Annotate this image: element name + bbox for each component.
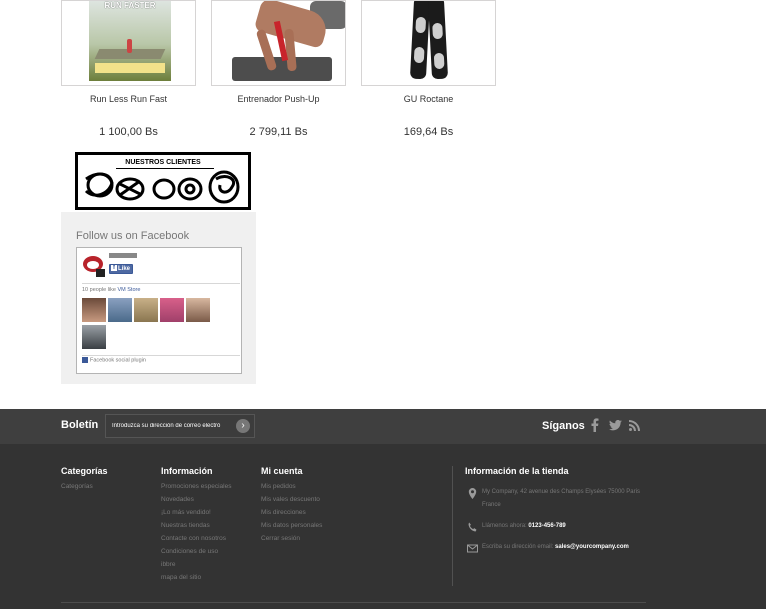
- newsletter-email-input[interactable]: [106, 415, 254, 437]
- facebook-page-link[interactable]: VM Store: [117, 287, 140, 293]
- footer-link[interactable]: mapa del sitio: [161, 573, 231, 586]
- store-address: My Company, 42 avenue des Champs Elysées…: [465, 486, 652, 512]
- newsletter-form: ›: [105, 414, 255, 438]
- facebook-like-box[interactable]: f Like 10 people like VM Store Facebook s…: [76, 247, 242, 374]
- push-up-photo: [212, 1, 345, 85]
- phone-icon: [468, 522, 477, 532]
- footer-link[interactable]: ibbre: [161, 560, 231, 573]
- facebook-page-name[interactable]: [109, 253, 137, 258]
- runner-graphic: [127, 39, 132, 53]
- clients-title: NUESTROS CLIENTES: [125, 159, 201, 166]
- footer-link[interactable]: Mis pedidos: [261, 482, 322, 495]
- store-email-link[interactable]: sales@yourcompany.com: [555, 544, 629, 550]
- footer-store-heading: Información de la tienda: [465, 466, 569, 476]
- footer-categories: Categorías Categorías: [61, 466, 108, 495]
- product-image[interactable]: RUN FASTER: [61, 0, 196, 86]
- product-price: 2 799,11 Bs: [249, 126, 308, 138]
- product-name[interactable]: GU Roctane: [361, 94, 496, 106]
- product-name[interactable]: Run Less Run Fast: [61, 94, 196, 106]
- footer-link[interactable]: Mis vales descuento: [261, 495, 322, 508]
- store-email: Escriba su dirección email: sales@yourco…: [465, 541, 652, 554]
- footer-link[interactable]: Cerrar sesión: [261, 534, 322, 547]
- footer-link[interactable]: Condiciones de uso: [161, 547, 231, 560]
- product-card[interactable]: RUN FASTER Run Less Run Fast 1 100,00 Bs: [61, 0, 196, 138]
- newsletter-submit-button[interactable]: ›: [236, 419, 250, 433]
- footer-information: Información Promociones especiales Noved…: [161, 466, 231, 586]
- facebook-block: Follow us on Facebook f Like 10 people li…: [61, 212, 256, 384]
- footer-link[interactable]: Novedades: [161, 495, 231, 508]
- product-card[interactable]: Entrenador Push-Up 2 799,11 Bs: [211, 0, 346, 138]
- footer-link[interactable]: Promociones especiales: [161, 482, 231, 495]
- footer-link[interactable]: Mis direcciones: [261, 508, 322, 521]
- tights-photo: [362, 1, 495, 85]
- page-root: { "products": [ {"name": "Run Less Run F…: [0, 0, 766, 609]
- envelope-icon: [467, 544, 478, 553]
- product-price: 169,64 Bs: [403, 126, 454, 138]
- footer-account-heading[interactable]: Mi cuenta: [261, 466, 322, 476]
- twitter-icon[interactable]: [609, 419, 622, 434]
- footer-store-info: Información de la tienda My Company, 42 …: [452, 466, 652, 586]
- newsletter-bar: Boletín › Síganos: [0, 409, 766, 444]
- footer-link[interactable]: Categorías: [61, 482, 108, 495]
- client-logos: [84, 170, 240, 204]
- rss-icon[interactable]: [629, 420, 640, 434]
- product-image[interactable]: [361, 0, 496, 86]
- footer: Categorías Categorías Información Promoc…: [0, 444, 766, 609]
- map-marker-icon: [468, 488, 477, 499]
- fan-avatar[interactable]: [186, 298, 210, 322]
- facebook-plugin-label[interactable]: Facebook social plugin: [82, 357, 146, 363]
- cover-band: [95, 63, 165, 73]
- fan-avatar[interactable]: [160, 298, 184, 322]
- product-card[interactable]: GU Roctane 169,64 Bs: [361, 0, 496, 138]
- follow-us-label: Síganos: [542, 420, 585, 432]
- footer-link[interactable]: Mis datos personales: [261, 521, 322, 534]
- facebook-heading: Follow us on Facebook: [76, 230, 190, 242]
- newsletter-label: Boletín: [61, 419, 99, 431]
- facebook-icon[interactable]: [591, 418, 599, 435]
- store-phone: Llámenos ahora: 0123-456-789: [465, 520, 652, 533]
- page-logo-icon[interactable]: [82, 254, 106, 278]
- footer-divider: [61, 602, 646, 603]
- facebook-icon: f: [111, 265, 117, 272]
- product-name[interactable]: Entrenador Push-Up: [211, 94, 346, 106]
- fan-avatar[interactable]: [82, 325, 106, 349]
- fan-avatar[interactable]: [82, 298, 106, 322]
- footer-categories-heading[interactable]: Categorías: [61, 466, 108, 476]
- footer-account: Mi cuenta Mis pedidos Mis vales descuent…: [261, 466, 322, 547]
- footer-link[interactable]: ¡Lo más vendido!: [161, 508, 231, 521]
- facebook-like-button[interactable]: f Like: [109, 264, 133, 274]
- footer-information-heading: Información: [161, 466, 213, 476]
- facebook-like-count: 10 people like VM Store: [82, 287, 141, 293]
- fan-avatar[interactable]: [108, 298, 132, 322]
- clients-banner[interactable]: NUESTROS CLIENTES: [75, 152, 251, 210]
- footer-link[interactable]: Contacte con nosotros: [161, 534, 231, 547]
- facebook-icon: [82, 357, 88, 363]
- chevron-right-icon: ›: [241, 420, 245, 431]
- book-cover-image: RUN FASTER: [89, 1, 171, 81]
- fan-avatar[interactable]: [134, 298, 158, 322]
- product-image[interactable]: [211, 0, 346, 86]
- product-price: 1 100,00 Bs: [99, 126, 158, 138]
- footer-link[interactable]: Nuestras tiendas: [161, 521, 231, 534]
